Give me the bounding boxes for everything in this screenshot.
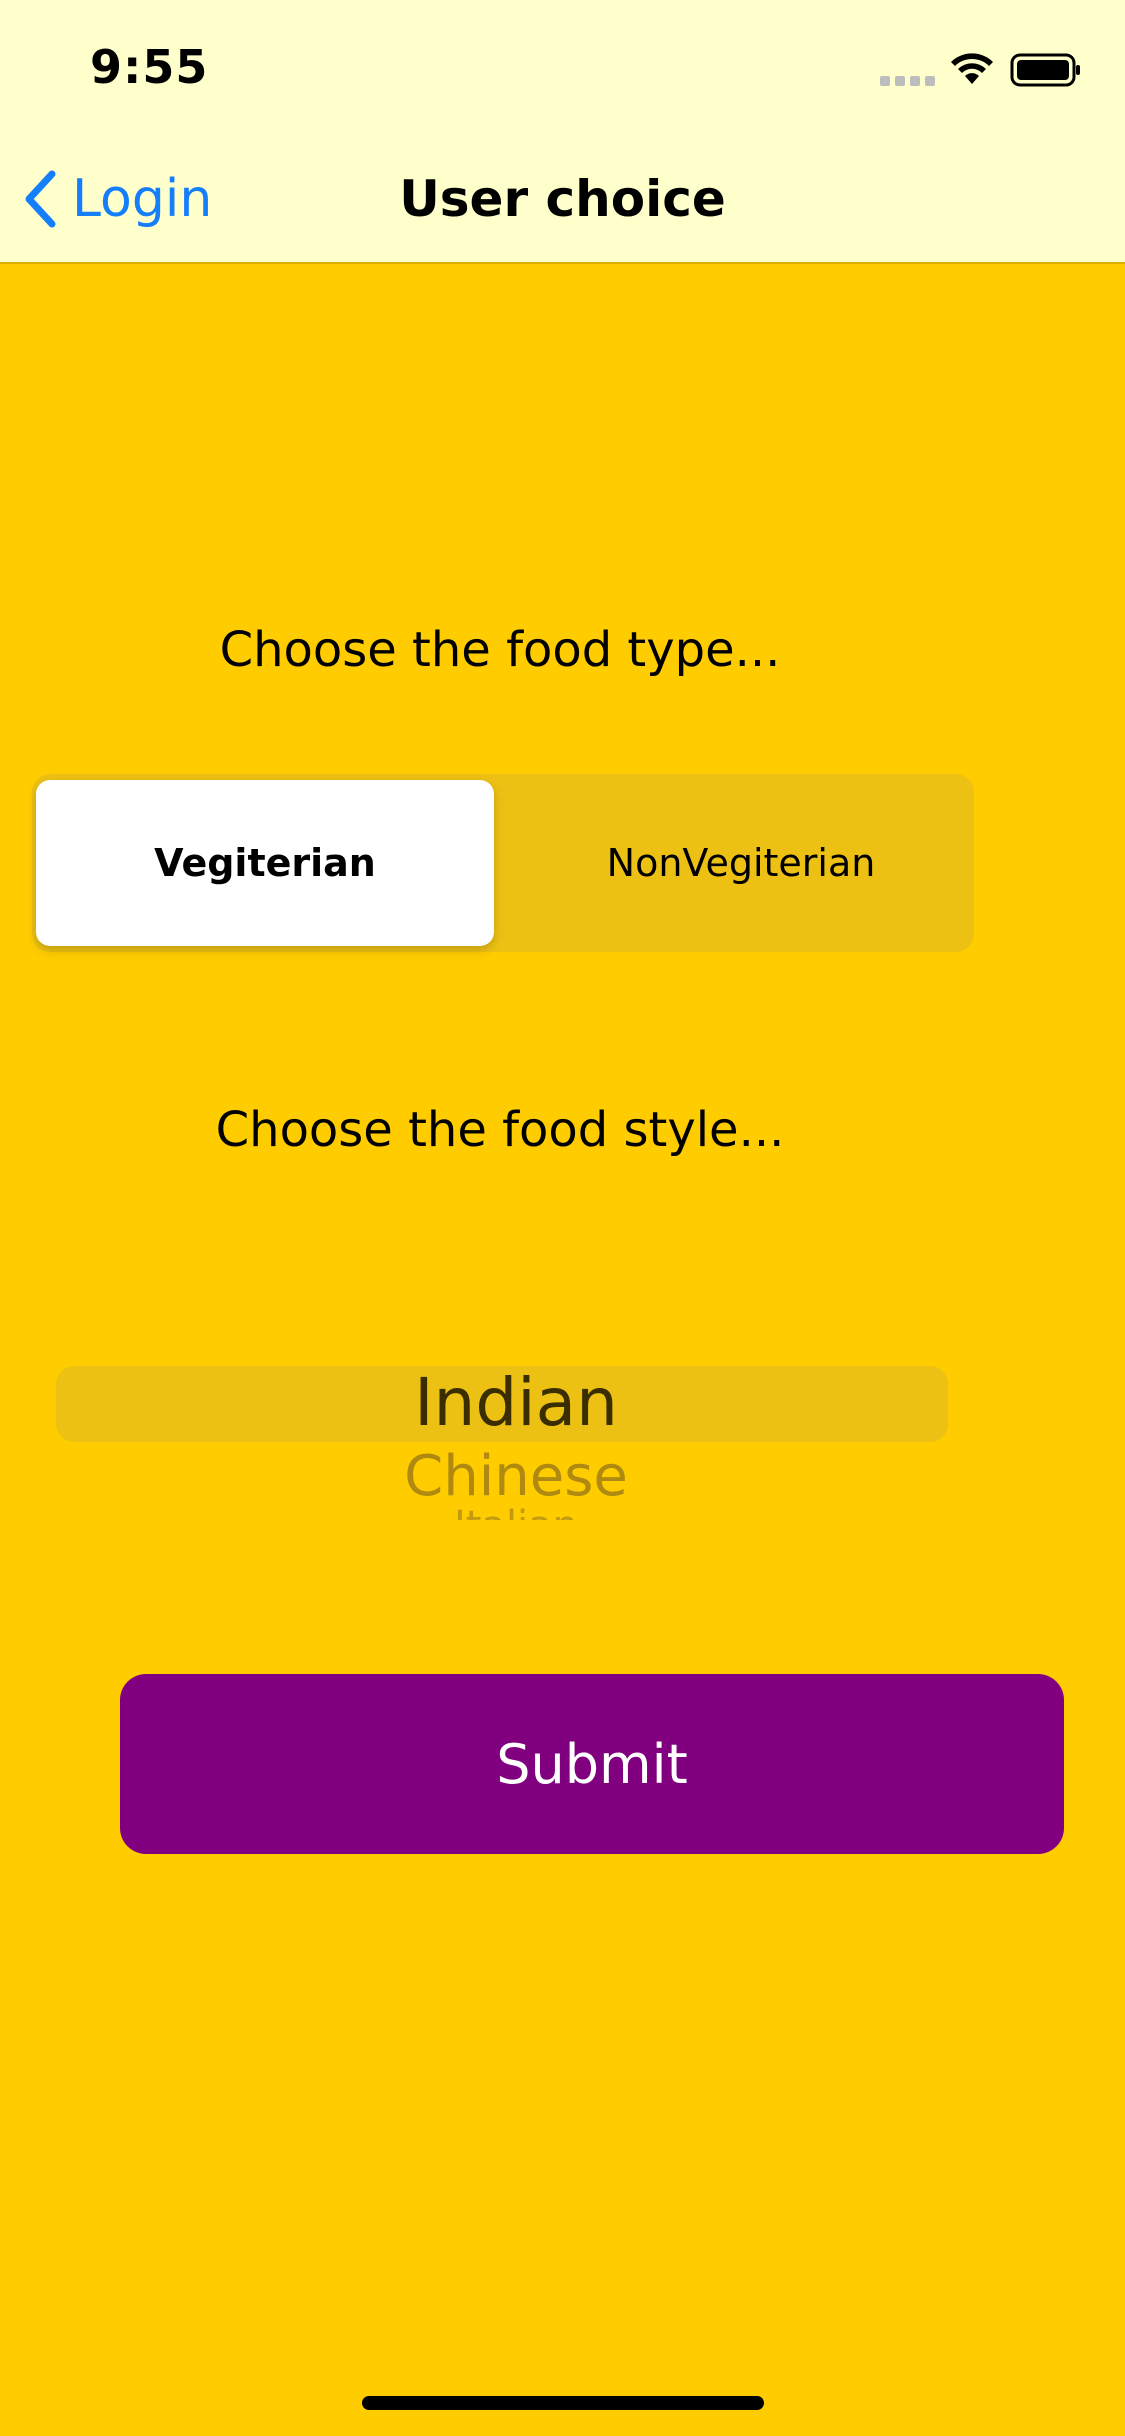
food-style-prompt: Choose the food style... [215, 1102, 785, 1158]
picker-item[interactable]: Italian [56, 1506, 976, 1520]
cellular-signal-icon [880, 76, 935, 86]
chevron-left-icon [25, 170, 56, 228]
navigation-bar: 9:55 User choice Login [0, 0, 1125, 264]
submit-button[interactable]: Submit [120, 1674, 1064, 1854]
back-button[interactable]: Login [22, 164, 212, 234]
segment-nonvegiterian[interactable]: NonVegiterian [512, 780, 970, 946]
screen: 9:55 User choice Login Choose the food t… [0, 0, 1125, 2436]
picker-item-selected[interactable]: Indian [56, 1364, 976, 1441]
food-type-prompt: Choose the food type... [219, 622, 781, 678]
battery-icon [1010, 53, 1080, 87]
home-indicator[interactable] [362, 2396, 764, 2410]
picker-item[interactable]: Chinese [56, 1444, 976, 1509]
segment-vegiterian[interactable]: Vegiterian [36, 780, 494, 946]
status-time: 9:55 [90, 40, 209, 94]
back-button-label: Login [72, 169, 213, 229]
wifi-icon [951, 53, 993, 84]
food-type-segmented-control: Vegiterian NonVegiterian [32, 774, 974, 952]
food-style-picker[interactable]: Indian Chinese Italian [56, 1360, 948, 1530]
